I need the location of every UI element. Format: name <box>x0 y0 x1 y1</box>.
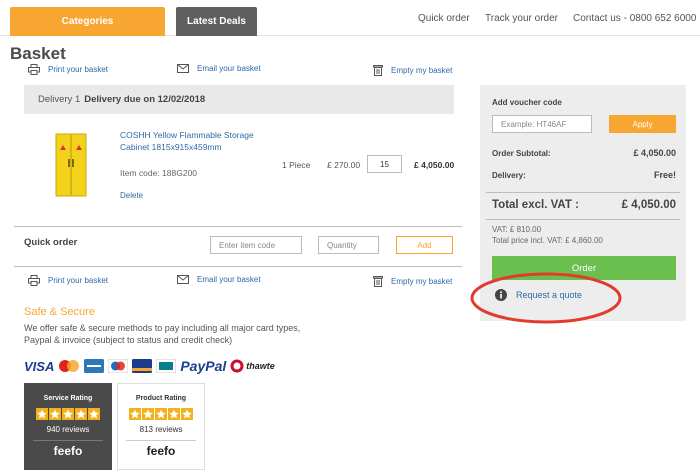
item-code-input[interactable]: Enter item code <box>210 236 302 254</box>
divider <box>14 266 462 267</box>
mastercard-logo <box>59 360 80 372</box>
paypal-logo: PayPal <box>180 358 227 374</box>
thawte-seal-icon <box>230 359 244 373</box>
total-excl-vat-value: £ 4,050.00 <box>621 199 676 211</box>
delta-logo <box>132 359 153 373</box>
print-basket-label: Print your basket <box>48 276 109 285</box>
quantity-input[interactable]: 15 <box>367 155 402 173</box>
tab-categories[interactable]: Categories <box>10 7 165 36</box>
amex-logo <box>84 359 105 373</box>
star-icon <box>62 408 74 420</box>
star-icon <box>88 408 100 420</box>
total-incl-vat: Total price incl. VAT: £ 4,860.00 <box>492 236 603 245</box>
divider <box>126 440 196 441</box>
safe-secure-text: We offer safe & secure methods to pay in… <box>24 323 301 345</box>
item-total: £ 4,050.00 <box>414 160 455 170</box>
star-icon <box>155 408 167 420</box>
product-name-link[interactable]: COSHH Yellow Flammable Storage Cabinet 1… <box>120 129 270 153</box>
print-basket-link[interactable]: Print your basket <box>28 275 108 286</box>
star-icon <box>181 408 193 420</box>
product-code: Item code: 188G200 <box>120 168 198 178</box>
envelope-icon <box>177 64 189 73</box>
nav-track-order[interactable]: Track your order <box>485 13 558 24</box>
star-icon <box>168 408 180 420</box>
divider <box>486 192 680 193</box>
page-title: Basket <box>10 44 66 63</box>
item-unit: 1 Piece <box>282 160 311 170</box>
feefo-logo: feefo <box>53 444 83 458</box>
feefo-logo: feefo <box>146 444 176 458</box>
product-review-count: 813 reviews <box>139 425 183 434</box>
voucher-label: Add voucher code <box>492 98 562 107</box>
product-rating-title: Product Rating <box>135 395 187 402</box>
subtotal-label: Order Subtotal: <box>492 149 551 158</box>
empty-basket-link[interactable]: Empty my basket <box>373 64 452 76</box>
delivery-due: Delivery due on 12/02/2018 <box>84 94 206 105</box>
star-icon <box>142 408 154 420</box>
divider <box>486 219 680 220</box>
empty-basket-label: Empty my basket <box>391 65 453 75</box>
vat-amount: VAT: £ 810.00 <box>492 225 542 234</box>
service-rating-title: Service Rating <box>43 395 93 402</box>
email-basket-link[interactable]: Email your basket <box>177 275 261 284</box>
trash-icon <box>373 276 383 287</box>
printer-icon <box>28 64 40 75</box>
quick-order-label: Quick order <box>24 237 78 248</box>
service-rating-stars <box>25 408 111 420</box>
print-basket-link[interactable]: Print your basket <box>28 64 108 75</box>
quick-quantity-input[interactable]: Quantity <box>318 236 379 254</box>
delete-item-link[interactable]: Delete <box>120 191 143 200</box>
delivery-header: Delivery 1 Delivery due on 12/02/2018 <box>24 85 454 114</box>
trash-icon <box>373 65 383 76</box>
email-basket-link[interactable]: Email your basket <box>177 64 261 73</box>
thawte-logo: thawte <box>230 359 275 373</box>
product-rating-card[interactable]: Product Rating 813 reviews feefo <box>117 383 205 470</box>
add-button[interactable]: Add <box>396 236 453 254</box>
product-rating-stars <box>118 408 204 420</box>
email-basket-label: Email your basket <box>197 275 261 284</box>
star-icon <box>129 408 141 420</box>
voucher-input[interactable]: Example: HT46AF <box>492 115 592 133</box>
empty-basket-label: Empty my basket <box>391 276 453 286</box>
safe-secure-title: Safe & Secure <box>24 306 95 318</box>
nav-quick-order[interactable]: Quick order <box>418 13 470 24</box>
product-image[interactable] <box>55 133 87 197</box>
total-excl-vat-label: Total excl. VAT : <box>492 199 579 211</box>
nav-contact[interactable]: Contact us - 0800 652 6000 <box>573 13 696 24</box>
envelope-icon <box>177 275 189 284</box>
payment-logos: VISA PayPal thawte <box>24 358 275 374</box>
subtotal-value: £ 4,050.00 <box>633 148 676 158</box>
delivery-cost-value: Free! <box>653 170 676 180</box>
divider <box>33 440 103 441</box>
print-basket-label: Print your basket <box>48 65 109 74</box>
solo-logo <box>156 359 177 373</box>
delivery-label: Delivery 1 <box>38 94 81 105</box>
visa-logo: VISA <box>24 358 55 374</box>
thawte-label: thawte <box>246 361 275 371</box>
printer-icon <box>28 275 40 286</box>
service-review-count: 940 reviews <box>46 425 90 434</box>
service-rating-card[interactable]: Service Rating 940 reviews feefo <box>24 383 112 470</box>
star-icon <box>75 408 87 420</box>
divider <box>14 226 462 227</box>
star-icon <box>49 408 61 420</box>
star-icon <box>36 408 48 420</box>
maestro-logo <box>108 359 129 373</box>
empty-basket-link[interactable]: Empty my basket <box>373 275 452 287</box>
email-basket-label: Email your basket <box>197 64 261 73</box>
annotation-circle <box>470 272 622 324</box>
tab-latest-deals[interactable]: Latest Deals <box>176 7 257 36</box>
delivery-cost-label: Delivery: <box>492 171 526 180</box>
apply-button[interactable]: Apply <box>609 115 676 133</box>
item-unit-price: £ 270.00 <box>327 160 361 170</box>
